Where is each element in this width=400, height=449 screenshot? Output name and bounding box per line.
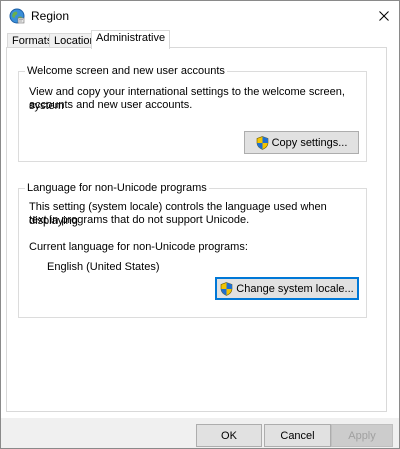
welcome-description-line2: accounts and new user accounts.: [29, 99, 193, 111]
current-language-label: Current language for non-Unicode program…: [29, 241, 248, 253]
close-icon: [379, 11, 389, 21]
group-welcome-screen: Welcome screen and new user accounts Vie…: [18, 64, 367, 162]
uac-shield-icon: [256, 135, 268, 150]
group-title: Language for non-Unicode programs: [25, 181, 209, 195]
close-button[interactable]: [369, 1, 399, 31]
change-system-locale-button[interactable]: Change system locale...: [215, 277, 359, 300]
tab-label: Formats: [12, 35, 53, 47]
tab-page-administrative: Welcome screen and new user accounts Vie…: [6, 47, 387, 412]
title-bar[interactable]: Region: [1, 1, 399, 31]
tab-administrative[interactable]: Administrative: [91, 30, 171, 49]
apply-button: Apply: [331, 424, 393, 447]
tab-label: Location: [54, 35, 96, 47]
button-label: OK: [221, 429, 237, 442]
globe-icon: [9, 8, 25, 24]
cancel-button[interactable]: Cancel: [264, 424, 331, 447]
nonunicode-description-line2: text in programs that do not support Uni…: [29, 214, 250, 226]
button-label: Apply: [348, 429, 376, 442]
copy-settings-button[interactable]: Copy settings...: [244, 131, 359, 154]
button-label: Cancel: [280, 429, 315, 442]
tab-label: Administrative: [96, 32, 166, 44]
button-label: Copy settings...: [271, 136, 348, 149]
group-title: Welcome screen and new user accounts: [25, 64, 227, 78]
region-dialog: Region Formats Location Administrative W…: [0, 0, 400, 449]
window-title: Region: [31, 9, 70, 23]
dialog-footer: OK Cancel Apply: [1, 418, 399, 448]
current-language-value: English (United States): [47, 261, 160, 273]
ok-button[interactable]: OK: [196, 424, 262, 447]
group-non-unicode: Language for non-Unicode programs This s…: [18, 181, 367, 318]
button-label: Change system locale...: [236, 282, 354, 295]
uac-shield-icon: [220, 281, 233, 296]
